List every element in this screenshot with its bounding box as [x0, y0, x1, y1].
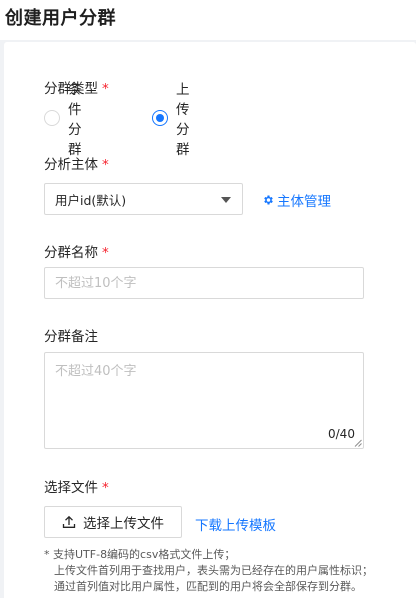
hint-line: 上传文件首列用于查找用户，表头需为已经存在的用户属性标识；: [54, 564, 373, 577]
gear-icon: [264, 195, 273, 205]
entity-label-text: 分析主体: [44, 157, 98, 173]
entity-select-value: 用户id(默认): [55, 192, 127, 208]
segment-remark-textarea[interactable]: [44, 352, 364, 449]
radio-label: 条件分群: [68, 82, 82, 158]
required-mark: *: [102, 480, 109, 496]
entity-manage-link[interactable]: 主体管理: [262, 190, 331, 210]
download-template-link[interactable]: 下载上传模板: [195, 514, 276, 534]
radio-condition-segment[interactable]: 条件分群: [44, 82, 82, 158]
entity-select[interactable]: 用户id(默认): [44, 183, 243, 215]
name-label: 分群名称 *: [44, 241, 109, 261]
upload-icon: [62, 515, 76, 528]
radio-upload-segment[interactable]: 上传分群: [152, 82, 190, 158]
radio-label: 上传分群: [176, 82, 190, 158]
page-header: 创建用户分群: [0, 0, 416, 40]
char-counter: 0/40: [328, 427, 355, 441]
radio-circle[interactable]: [44, 110, 60, 126]
required-mark: *: [102, 81, 109, 97]
entity-manage-text: 主体管理: [277, 194, 331, 210]
resize-handle-icon[interactable]: [354, 439, 362, 447]
required-mark: *: [102, 157, 109, 173]
hint-line: * 支持UTF-8编码的csv格式文件上传；: [44, 548, 236, 561]
remark-label: 分群备注: [44, 325, 98, 345]
remark-label-text: 分群备注: [44, 329, 98, 345]
page-title: 创建用户分群: [5, 8, 116, 29]
name-label-text: 分群名称: [44, 245, 98, 261]
radio-circle-selected[interactable]: [152, 110, 168, 126]
upload-file-button[interactable]: 选择上传文件: [44, 506, 182, 538]
caret-down-icon: [221, 197, 231, 203]
file-label: 选择文件 *: [44, 476, 109, 496]
hint-line: 通过首列值对比用户属性，匹配到的用户将会全部保存到分群。: [54, 580, 362, 593]
segment-name-input[interactable]: [44, 267, 364, 299]
upload-button-label: 选择上传文件: [83, 516, 164, 532]
entity-label: 分析主体 *: [44, 153, 109, 173]
required-mark: *: [102, 245, 109, 261]
file-label-text: 选择文件: [44, 480, 98, 496]
